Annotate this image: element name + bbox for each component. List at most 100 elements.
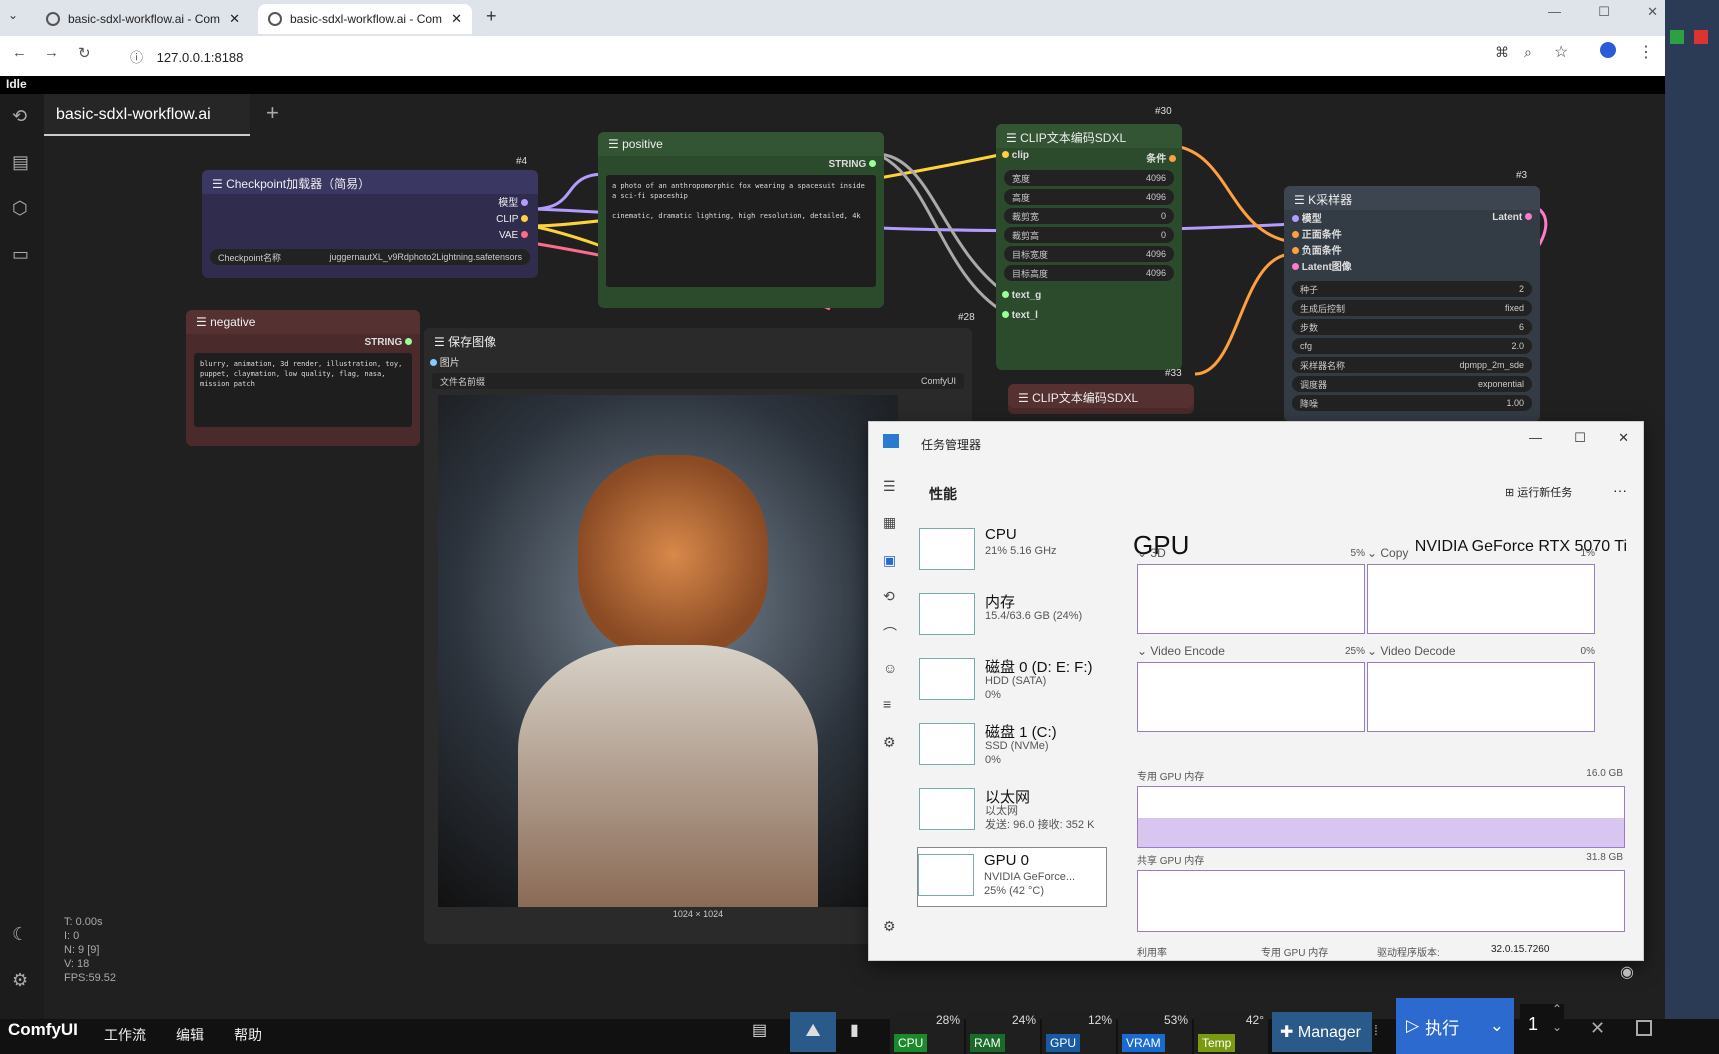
browser-tab-2[interactable]: basic-sdxl-workflow.ai - Com ✕	[258, 4, 472, 34]
perf-item[interactable]: 内存 15.4/63.6 GB (24%)	[919, 587, 1109, 647]
resource-meter[interactable]: VRAM 53%	[1118, 1011, 1192, 1054]
logo-button[interactable]: ⛰	[790, 1012, 836, 1052]
close-window-button[interactable]: ✕	[1647, 4, 1658, 20]
task-manager-window[interactable]: 任务管理器 — ☐ ✕ 性能 ⊞ 运行新任务 ··· ☰ ▦ ▣ ⟲ ⌒ ☺ ≡…	[868, 421, 1644, 961]
workflow-tab[interactable]: basic-sdxl-workflow.ai	[44, 94, 250, 136]
ksampler-widget[interactable]: 生成后控制 fixed	[1292, 300, 1532, 316]
comfyui-brand[interactable]: ComfyUI	[8, 1020, 78, 1040]
input-positive[interactable]: 正面条件	[1292, 228, 1352, 244]
menu-workflow[interactable]: 工作流	[104, 1025, 146, 1045]
browser-tab-1[interactable]: basic-sdxl-workflow.ai - Com ✕	[36, 4, 250, 34]
chevron-down-icon[interactable]: ⌄	[1490, 1016, 1504, 1036]
perf-item[interactable]: 以太网 以太网 发送: 96.0 接收: 352 K	[919, 782, 1109, 842]
clip-text-encode-sdxl-node-2[interactable]: ☰ CLIP文本编码SDXL	[1008, 384, 1194, 414]
more-options-button[interactable]: ···	[1613, 482, 1627, 498]
zoom-icon[interactable]: ⌕	[1524, 44, 1532, 61]
output-model[interactable]: 模型	[212, 196, 528, 212]
close-icon[interactable]: ✕	[1590, 1018, 1605, 1039]
details-icon[interactable]: ≡	[883, 696, 891, 712]
app-history-icon[interactable]: ⟲	[883, 588, 895, 605]
ksampler-widget[interactable]: 降噪 1.00	[1292, 395, 1532, 411]
tab-list-chevron-icon[interactable]: ⌄	[8, 8, 18, 22]
menu-edit[interactable]: 编辑	[176, 1025, 204, 1045]
reload-icon[interactable]: ↻	[78, 44, 91, 62]
clip-widget[interactable]: 裁剪高 0	[1004, 227, 1174, 243]
node-title[interactable]: ☰ 保存图像	[424, 328, 972, 352]
output-clip[interactable]: CLIP	[212, 212, 528, 228]
engine-label[interactable]: ⌄ Copy	[1367, 546, 1408, 560]
run-new-task-button[interactable]: ⊞ 运行新任务	[1505, 484, 1572, 500]
translate-icon[interactable]: ⌘	[1495, 44, 1509, 61]
settings-gear-icon[interactable]: ⚙	[883, 918, 896, 935]
node-title[interactable]: ☰ negative	[186, 310, 420, 334]
manager-button[interactable]: ✚ Manager	[1272, 1012, 1372, 1052]
forward-arrow-icon[interactable]: →	[44, 44, 59, 61]
history-icon[interactable]: ⟲	[12, 106, 27, 127]
clip-widget[interactable]: 宽度 4096	[1004, 170, 1174, 186]
positive-prompt-node[interactable]: ☰ positive STRING a photo of an anthropo…	[598, 132, 884, 308]
startup-icon[interactable]: ⌒	[883, 624, 897, 644]
folder-icon[interactable]: ▭	[12, 244, 29, 265]
output-string[interactable]: STRING	[186, 334, 420, 351]
maximize-button[interactable]: ☐	[1574, 430, 1586, 446]
input-model[interactable]: 模型	[1292, 212, 1352, 228]
node-title[interactable]: ☰ K采样器	[1284, 186, 1540, 210]
queue-list-icon[interactable]: ▤	[752, 1020, 767, 1040]
minimize-button[interactable]: —	[1548, 4, 1561, 20]
input-latent[interactable]: Latent图像	[1292, 260, 1352, 276]
clip-widget[interactable]: 目标宽度 4096	[1004, 246, 1174, 262]
checkpoint-name-widget[interactable]: Checkpoint名称 juggernautXL_v9Rdphoto2Light…	[210, 249, 530, 265]
engine-label[interactable]: ⌄ Video Decode	[1367, 644, 1456, 658]
clip-widget[interactable]: 裁剪宽 0	[1004, 208, 1174, 224]
ksampler-node[interactable]: ☰ K采样器 模型 正面条件 负面条件 Latent图像 Latent 种子 2 生…	[1284, 186, 1540, 422]
ksampler-widget[interactable]: 采样器名称 dpmpp_2m_sde	[1292, 357, 1532, 373]
back-arrow-icon[interactable]: ←	[12, 44, 27, 61]
checkpoint-loader-node[interactable]: ☰ Checkpoint加载器（简易） 模型 CLIP VAE Checkpoi…	[202, 170, 538, 278]
resource-meter[interactable]: CPU 28%	[890, 1011, 964, 1054]
profile-avatar[interactable]	[1600, 42, 1616, 58]
ksampler-widget[interactable]: 调度器 exponential	[1292, 376, 1532, 392]
eye-icon[interactable]: ◉	[1620, 962, 1634, 982]
users-icon[interactable]: ☺	[883, 660, 897, 676]
bookmark-icon[interactable]: ▮	[850, 1020, 859, 1040]
input-text-l[interactable]: text_l	[1002, 306, 1176, 326]
drag-handle-icon[interactable]: ⁞	[1374, 1022, 1378, 1038]
ksampler-widget[interactable]: cfg 2.0	[1292, 338, 1532, 354]
input-negative[interactable]: 负面条件	[1292, 244, 1352, 260]
close-window-button[interactable]: ✕	[1618, 430, 1629, 446]
hamburger-icon[interactable]: ☰	[883, 478, 896, 495]
positive-text-area[interactable]: a photo of an anthropomorphic fox wearin…	[606, 175, 876, 287]
settings-gear-icon[interactable]: ⚙	[12, 970, 28, 991]
processes-icon[interactable]: ▦	[883, 514, 896, 531]
clip-widget[interactable]: 目标高度 4096	[1004, 265, 1174, 281]
panel-toggle-icon[interactable]	[1636, 1020, 1652, 1036]
performance-icon[interactable]: ▣	[883, 552, 896, 569]
perf-item[interactable]: 磁盘 1 (C:) SSD (NVMe) 0%	[919, 717, 1109, 777]
cube-icon[interactable]: ⬡	[12, 198, 28, 219]
add-workflow-button[interactable]: +	[266, 100, 279, 126]
clip-text-encode-sdxl-node[interactable]: ☰ CLIP文本编码SDXL clip 条件 宽度 4096 高度 4096 裁剪宽 0 裁…	[996, 124, 1182, 370]
engine-label[interactable]: ⌄ Video Encode	[1137, 644, 1225, 658]
url-input[interactable]: ⓘ 127.0.0.1:8188	[118, 42, 1478, 68]
perf-item[interactable]: CPU 21% 5.16 GHz	[919, 522, 1109, 582]
engine-label[interactable]: ⌄ 3D	[1137, 546, 1166, 560]
bookmark-star-icon[interactable]: ☆	[1554, 42, 1568, 62]
close-tab-icon[interactable]: ✕	[229, 11, 240, 27]
resource-meter[interactable]: RAM 24%	[966, 1011, 1040, 1054]
run-button[interactable]: ▷ 执行 ⌄	[1396, 998, 1514, 1054]
close-tab-icon[interactable]: ✕	[451, 11, 462, 27]
node-title[interactable]: ☰ positive	[598, 132, 884, 156]
moon-icon[interactable]: ☾	[12, 924, 28, 945]
node-title[interactable]: ☰ Checkpoint加载器（简易）	[202, 170, 538, 194]
perf-item[interactable]: GPU 0 NVIDIA GeForce... 25% (42 °C)	[917, 847, 1107, 907]
node-title[interactable]: ☰ CLIP文本编码SDXL	[996, 124, 1182, 148]
clip-widget[interactable]: 高度 4096	[1004, 189, 1174, 205]
filename-prefix-widget[interactable]: 文件名前缀 ComfyUI	[432, 373, 964, 389]
input-clip[interactable]: clip	[1002, 150, 1029, 165]
perf-item[interactable]: 磁盘 0 (D: E: F:) HDD (SATA) 0%	[919, 652, 1109, 712]
ksampler-widget[interactable]: 步数 6	[1292, 319, 1532, 335]
input-images[interactable]: 图片	[424, 352, 972, 371]
output-string[interactable]: STRING	[598, 156, 884, 173]
resource-meter[interactable]: GPU 12%	[1042, 1011, 1116, 1054]
node-title[interactable]: ☰ CLIP文本编码SDXL	[1008, 384, 1194, 408]
